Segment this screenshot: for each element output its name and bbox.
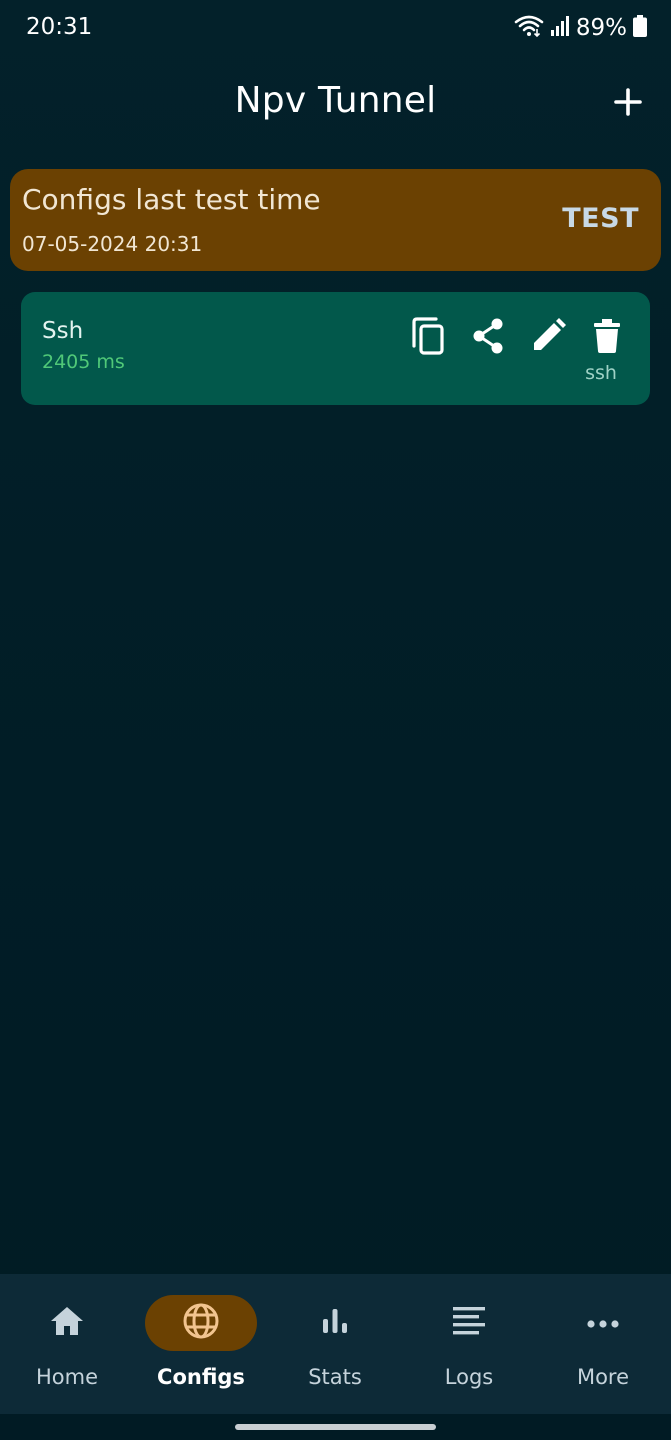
page-title: Npv Tunnel	[234, 80, 437, 121]
nav-icon-container-active	[145, 1295, 257, 1351]
add-config-button[interactable]	[606, 82, 650, 126]
copy-config-button[interactable]	[408, 316, 448, 360]
last-test-timestamp: 07-05-2024 20:31	[22, 232, 203, 256]
nav-label-stats: Stats	[308, 1365, 362, 1389]
config-latency: 2405 ms	[42, 351, 125, 373]
nav-icon-container	[413, 1295, 525, 1351]
delete-config-button[interactable]	[587, 318, 627, 358]
globe-icon	[182, 1302, 220, 1344]
home-indicator[interactable]	[235, 1424, 436, 1430]
edit-icon	[530, 318, 566, 358]
nav-icon-container	[11, 1295, 123, 1351]
status-icons: 89%	[514, 14, 647, 42]
nav-item-logs[interactable]: Logs	[402, 1274, 536, 1414]
bottom-navigation: Home Configs Stats Logs More	[0, 1274, 671, 1414]
more-dots-icon	[587, 1314, 619, 1333]
signal-icon	[550, 15, 570, 41]
nav-label-home: Home	[35, 1365, 98, 1389]
last-test-title: Configs last test time	[22, 183, 321, 216]
share-icon	[470, 317, 506, 359]
test-button[interactable]: TEST	[562, 203, 639, 234]
config-type-label: ssh	[585, 362, 617, 384]
nav-icon-container	[547, 1295, 659, 1351]
copy-icon	[410, 316, 446, 360]
status-bar: 20:31 89%	[0, 0, 671, 58]
lines-icon	[452, 1306, 486, 1340]
home-icon	[50, 1306, 84, 1340]
battery-icon	[633, 15, 647, 41]
plus-icon	[613, 87, 643, 121]
delete-icon	[592, 318, 622, 358]
nav-item-configs[interactable]: Configs	[134, 1274, 268, 1414]
nav-label-configs: Configs	[157, 1365, 245, 1389]
edit-config-button[interactable]	[528, 318, 568, 358]
nav-icon-container	[279, 1295, 391, 1351]
bar-chart-icon	[320, 1307, 350, 1339]
last-test-card: Configs last test time 07-05-2024 20:31 …	[10, 169, 661, 271]
nav-label-logs: Logs	[444, 1365, 494, 1389]
gesture-area	[0, 1414, 671, 1440]
wifi-icon	[514, 14, 544, 42]
config-list-item[interactable]: Ssh 2405 ms ssh	[21, 292, 650, 405]
battery-percent: 89%	[575, 15, 627, 41]
nav-item-home[interactable]: Home	[0, 1274, 134, 1414]
nav-item-stats[interactable]: Stats	[268, 1274, 402, 1414]
nav-label-more: More	[576, 1365, 630, 1389]
status-time: 20:31	[26, 14, 93, 40]
share-config-button[interactable]	[468, 318, 508, 358]
config-name: Ssh	[42, 318, 84, 344]
nav-item-more[interactable]: More	[536, 1274, 670, 1414]
